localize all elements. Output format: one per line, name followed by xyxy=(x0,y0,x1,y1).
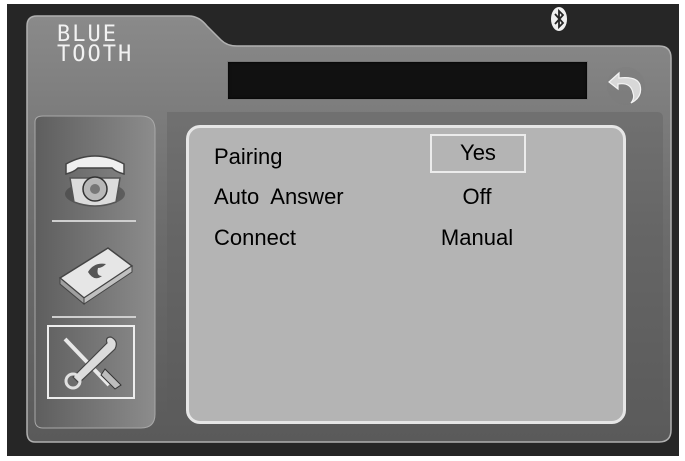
sidebar-divider xyxy=(52,220,136,222)
setting-label-connect: Connect xyxy=(214,225,296,250)
sidebar-item-phonebook[interactable] xyxy=(50,226,140,312)
sidebar-item-settings[interactable] xyxy=(47,325,135,399)
back-button[interactable] xyxy=(605,65,647,107)
setting-value-connect[interactable]: Manual xyxy=(429,225,525,251)
setting-label-auto-answer: Auto Answer xyxy=(214,184,344,209)
phonebook-icon xyxy=(58,247,134,306)
brand-line-2: TOOTH xyxy=(57,42,134,67)
bluetooth-brand-logo: BLUE TOOTH xyxy=(57,24,134,67)
setting-value-auto-answer[interactable]: Off xyxy=(429,184,525,210)
setting-value-pairing[interactable]: Yes xyxy=(430,134,526,173)
bluetooth-icon xyxy=(551,7,567,31)
back-arrow-icon xyxy=(607,67,645,105)
tools-icon xyxy=(63,336,122,390)
sidebar-divider xyxy=(52,316,136,318)
sidebar-item-phone[interactable] xyxy=(50,134,140,216)
title-bar xyxy=(227,61,588,100)
telephone-icon xyxy=(65,155,125,207)
setting-label-pairing: Pairing xyxy=(214,144,283,169)
